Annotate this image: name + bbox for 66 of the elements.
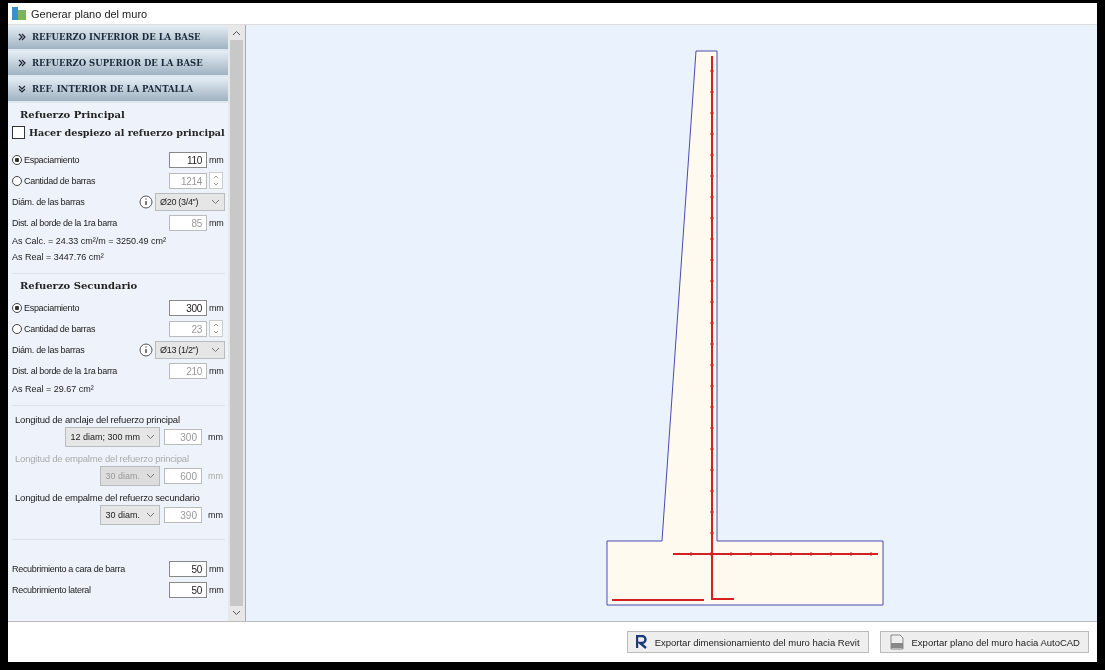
- export-button[interactable]: Exportar plano del muro hacia AutoCAD: [879, 631, 1089, 653]
- info-icon[interactable]: [139, 194, 153, 209]
- field-label: Recubrimiento a cara de barra: [12, 563, 126, 574]
- group-heading: Refuerzo Principal: [19, 109, 126, 122]
- file-icon: [888, 634, 905, 650]
- section-header[interactable]: REFUERZO INFERIOR DE LA BASE: [8, 25, 228, 51]
- diameter-dropdown[interactable]: Ø13 (1/2"): [155, 340, 225, 359]
- radio-button[interactable]: [12, 302, 22, 313]
- app-icon: [12, 7, 26, 20]
- diameter-dropdown[interactable]: Ø20 (3/4"): [155, 192, 225, 211]
- unit-label: mm: [208, 471, 224, 481]
- unit-label: mm: [209, 154, 225, 165]
- window-title: Generar plano del muro: [31, 7, 148, 20]
- field-label: Longitud de anclaje del refuerzo principal: [15, 414, 181, 425]
- unit-label: mm: [208, 432, 224, 442]
- field-label: Dist. al borde de la 1ra barra: [12, 217, 119, 228]
- spinner-icon[interactable]: [209, 172, 223, 189]
- unit-label: mm: [209, 563, 225, 574]
- field-label: Longitud de empalme del refuerzo principal: [15, 453, 190, 464]
- length-dropdown[interactable]: 12 diam; 300 mm: [65, 427, 160, 447]
- letter-r-icon: [635, 635, 648, 649]
- caret-icon: [211, 198, 220, 205]
- caret-icon: [146, 512, 155, 518]
- field-label: Dist. al borde de la 1ra barra: [12, 365, 119, 376]
- result-text: As Real = 29.67 cm²: [12, 383, 95, 396]
- caret-icon: [146, 473, 155, 479]
- group-heading: Refuerzo Secundario: [19, 280, 139, 293]
- unit-label: mm: [209, 584, 225, 595]
- scroll-down-icon[interactable]: [232, 610, 241, 616]
- info-icon[interactable]: [139, 342, 153, 357]
- chevron-right-icon: [18, 33, 26, 41]
- unit-label: mm: [209, 365, 225, 376]
- unit-label: mm: [209, 302, 225, 313]
- field-label: Recubrimiento lateral: [12, 584, 92, 595]
- radio-button[interactable]: [12, 175, 22, 186]
- result-text: As Real = 3447.76 cm²: [12, 251, 105, 264]
- scrollbar[interactable]: [228, 25, 245, 621]
- scroll-up-icon[interactable]: [232, 30, 241, 36]
- radio-button[interactable]: [12, 323, 22, 334]
- chevron-down-icon: [18, 85, 26, 93]
- length-dropdown[interactable]: 30 diam.: [100, 505, 160, 525]
- result-text: As Calc. = 24.33 cm²/m = 3250.49 cm²: [12, 235, 168, 248]
- option-label: Espaciamiento: [24, 302, 81, 313]
- input-field[interactable]: 50: [169, 560, 207, 577]
- input-field[interactable]: 110: [169, 151, 207, 168]
- spinner-icon[interactable]: [209, 320, 223, 337]
- scroll-thumb[interactable]: [230, 40, 243, 606]
- export-button[interactable]: Exportar dimensionamiento del muro hacia Revit: [626, 631, 869, 653]
- unit-label: mm: [208, 510, 224, 520]
- caret-icon: [211, 346, 220, 353]
- field-label: Diám. de las barras: [12, 344, 86, 355]
- option-label: Espaciamiento: [24, 154, 81, 165]
- input-field[interactable]: 50: [169, 581, 207, 598]
- caret-icon: [146, 434, 155, 440]
- chevron-right-icon: [18, 59, 26, 67]
- section-header[interactable]: REFUERZO SUPERIOR DE LA BASE: [8, 51, 228, 77]
- section-header[interactable]: REF. INTERIOR DE LA PANTALLA: [8, 77, 228, 103]
- unit-label: mm: [209, 217, 225, 228]
- option-label: Cantidad de barras: [24, 175, 97, 186]
- checkbox-label: Hacer despiezo al refuerzo principal: [29, 127, 225, 138]
- field-label: Longitud de empalme del refuerzo secundario: [15, 492, 201, 503]
- field-label: Diám. de las barras: [12, 196, 86, 207]
- input-field[interactable]: 300: [169, 299, 207, 316]
- checkbox[interactable]: [12, 126, 25, 139]
- option-label: Cantidad de barras: [24, 323, 97, 334]
- radio-button[interactable]: [12, 154, 22, 165]
